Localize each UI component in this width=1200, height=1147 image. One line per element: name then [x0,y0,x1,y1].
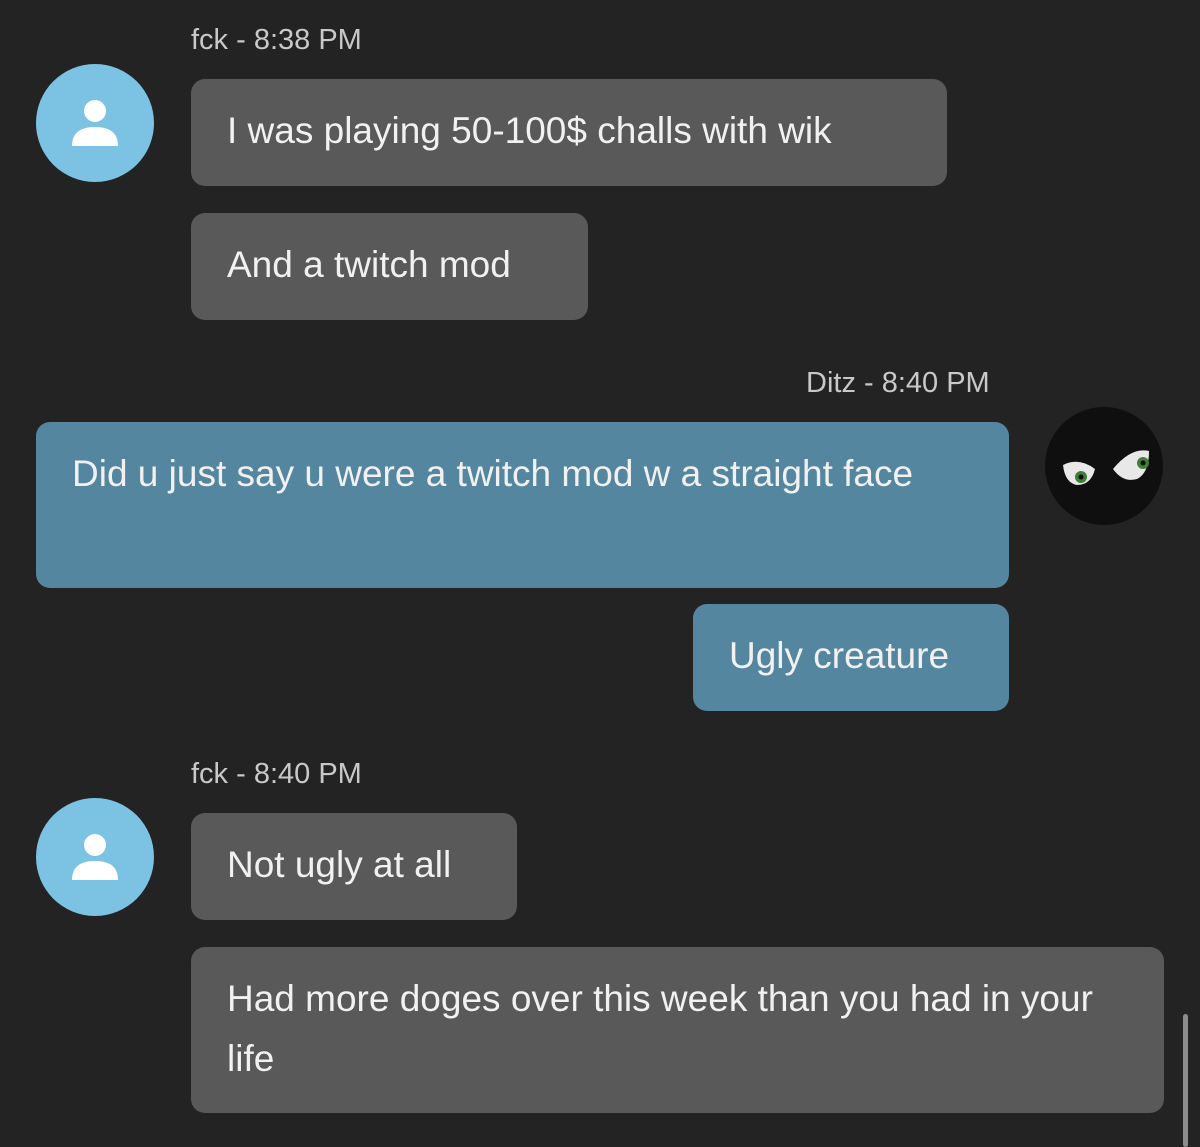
default-user-icon [72,834,118,880]
message-bubble[interactable]: Had more doges over this week than you h… [191,947,1164,1113]
chat-view: fck - 8:38 PM I was playing 50-100$ chal… [0,0,1200,1147]
avatar-fck[interactable] [36,64,154,182]
message-header-fck: fck - 8:38 PM [191,24,362,56]
default-user-icon [72,100,118,146]
message-header-ditz: Ditz - 8:40 PM [806,367,990,399]
scrollbar[interactable] [1183,1014,1188,1147]
message-bubble[interactable]: Did u just say u were a twitch mod w a s… [36,422,1009,588]
glaring-eyes-avatar [1045,407,1163,525]
avatar-fck[interactable] [36,798,154,916]
message-header-fck: fck - 8:40 PM [191,758,362,790]
message-bubble[interactable]: I was playing 50-100$ challs with wik [191,79,947,186]
message-bubble[interactable]: Not ugly at all [191,813,517,920]
avatar-ditz[interactable] [1045,407,1163,525]
message-bubble[interactable]: Ugly creature [693,604,1009,711]
message-bubble[interactable]: And a twitch mod [191,213,588,320]
